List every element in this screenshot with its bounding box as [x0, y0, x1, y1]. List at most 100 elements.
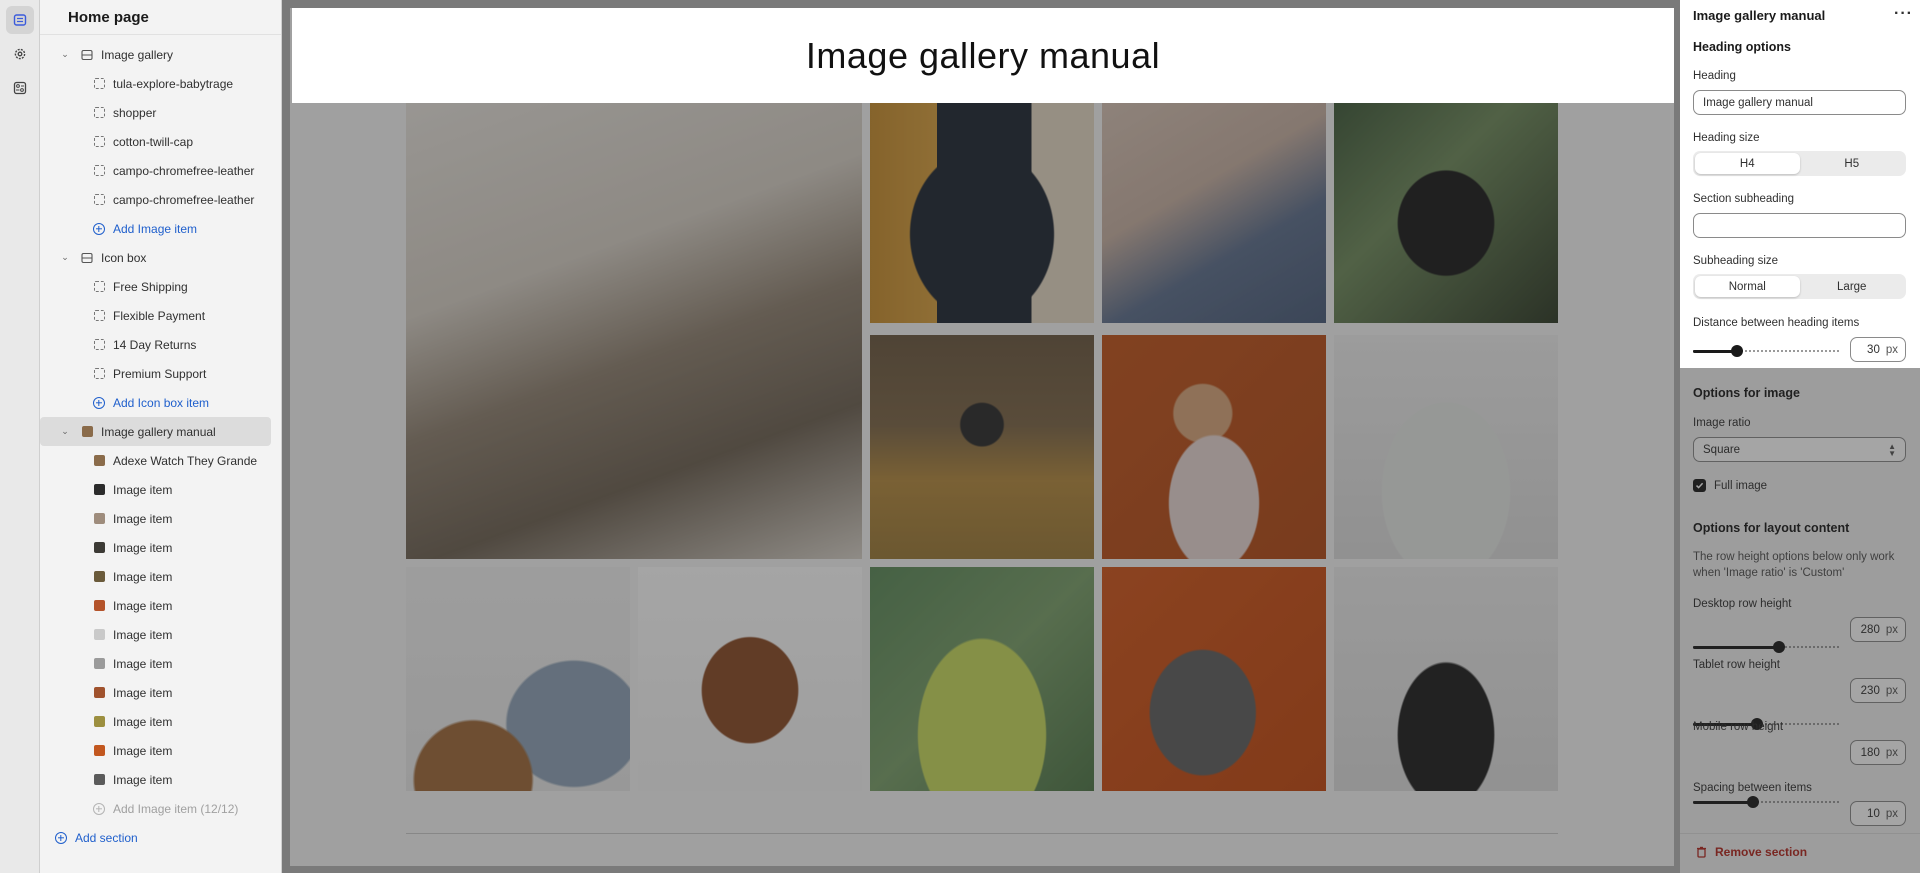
distance-slider[interactable] [1693, 343, 1839, 359]
desktop-row-number-input[interactable]: 280 px [1850, 617, 1906, 642]
woman-blazer-photo[interactable] [406, 101, 862, 559]
distance-value: 30 [1867, 343, 1880, 356]
tree-item-label: Free Shipping [113, 279, 188, 294]
bolt-tshirt-photo[interactable] [870, 101, 1094, 323]
floral-top-photo[interactable] [1102, 335, 1326, 559]
subheading-input[interactable] [1693, 213, 1906, 238]
tree-section-13[interactable]: ⌄ Image gallery manual [40, 417, 271, 446]
tree-image-item[interactable]: Adexe Watch They Grande [40, 446, 281, 475]
image-ratio-select[interactable]: Square ▲ ▼ [1693, 437, 1906, 462]
chevron-down-icon[interactable]: ⌄ [58, 252, 72, 263]
icon-box-icon [80, 251, 94, 265]
tree-image-item[interactable]: Image item [40, 504, 281, 533]
tree-block-item[interactable]: tula-explore-babytrage [40, 69, 281, 98]
preview-canvas: Image gallery manual [290, 8, 1674, 866]
tree-item-label: 14 Day Returns [113, 337, 197, 352]
block-icon [92, 106, 106, 120]
mobile-row-value: 180 [1860, 746, 1880, 759]
add-block-button[interactable]: Add Icon box item [40, 388, 281, 417]
spacing-number-input[interactable]: 10 px [1850, 801, 1906, 826]
image-thumb-icon [92, 686, 106, 700]
distance-number-input[interactable]: 30 px [1850, 337, 1906, 362]
apps-icon[interactable] [6, 74, 34, 102]
woman-plants-photo[interactable] [1334, 101, 1558, 323]
gallery-icon [80, 48, 94, 62]
unit-label: px [1885, 684, 1898, 697]
image-thumb-icon [92, 657, 106, 671]
add-circle-icon [54, 831, 68, 845]
block-icon [92, 280, 106, 294]
tree-block-item[interactable]: shopper [40, 98, 281, 127]
checkbox-checked-icon[interactable] [1693, 479, 1706, 492]
tree-image-item[interactable]: Image item [40, 562, 281, 591]
heading-size-h5[interactable]: H5 [1800, 153, 1905, 174]
tree-item-label: Image item [113, 598, 173, 613]
subheading-size-large[interactable]: Large [1800, 276, 1905, 297]
mobile-row-slider[interactable] [1693, 794, 1839, 810]
tree-block-item[interactable]: 14 Day Returns [40, 330, 281, 359]
green-sweater-photo[interactable] [870, 567, 1094, 791]
tree-image-item[interactable]: Image item [40, 649, 281, 678]
tablet-row-number-input[interactable]: 230 px [1850, 678, 1906, 703]
grey-sweater-photo[interactable] [1334, 335, 1558, 559]
settings-panel: Image gallery manual ··· Heading options… [1680, 0, 1920, 873]
more-options-icon[interactable]: ··· [1894, 5, 1913, 23]
add-block-button[interactable]: Add Image item [40, 214, 281, 243]
tablet-row-label: Tablet row height [1693, 659, 1780, 671]
tree-item-label: Premium Support [113, 366, 207, 381]
camera-cornfield-photo[interactable] [870, 335, 1094, 559]
full-image-label: Full image [1714, 479, 1768, 492]
tree-image-item[interactable]: Image item [40, 475, 281, 504]
image-thumb-icon [80, 425, 94, 439]
chevron-down-icon[interactable]: ⌄ [58, 49, 72, 60]
tree-image-item[interactable]: Image item [40, 678, 281, 707]
tree-item-label: Icon box [101, 250, 147, 265]
tree-image-item[interactable]: Image item [40, 765, 281, 794]
tree-image-item[interactable]: Image item [40, 707, 281, 736]
gear-icon[interactable] [6, 40, 34, 68]
tree-image-item[interactable]: Image item [40, 591, 281, 620]
tree-image-item[interactable]: Image item [40, 533, 281, 562]
tree-block-item[interactable]: cotton-twill-cap [40, 127, 281, 156]
tree-image-item[interactable]: Image item [40, 620, 281, 649]
subheading-size-normal[interactable]: Normal [1695, 276, 1800, 297]
remove-section-button[interactable]: Remove section [1696, 845, 1807, 859]
tree-block-item[interactable]: campo-chromefree-leather [40, 185, 281, 214]
unit-label: px [1885, 343, 1898, 356]
tx-shirt-hat-photo[interactable] [406, 567, 630, 791]
tree-section-0[interactable]: ⌄ Image gallery [40, 40, 281, 69]
image-thumb-icon [92, 744, 106, 758]
mobile-row-number-input[interactable]: 180 px [1850, 740, 1906, 765]
add-section-button[interactable]: Add section [40, 823, 281, 852]
heading-size-h4[interactable]: H4 [1695, 153, 1800, 174]
grey-tee-man-photo[interactable] [1102, 567, 1326, 791]
slider-knob[interactable] [1773, 641, 1786, 653]
slider-knob[interactable] [1730, 345, 1743, 357]
tree-block-item[interactable]: Premium Support [40, 359, 281, 388]
tree-item-label: Image item [113, 656, 173, 671]
unit-label: px [1885, 807, 1898, 820]
slider-knob[interactable] [1746, 796, 1759, 808]
mobile-row-label: Mobile row height [1693, 721, 1784, 733]
tree-block-item[interactable]: campo-chromefree-leather [40, 156, 281, 185]
image-ratio-value: Square [1703, 443, 1741, 456]
full-image-checkbox-row[interactable]: Full image [1693, 479, 1767, 492]
gallery-heading-bar[interactable]: Image gallery manual [292, 8, 1674, 103]
page-title: Home page [40, 0, 281, 35]
tree-image-item[interactable]: Image item [40, 736, 281, 765]
desktop-row-slider[interactable] [1693, 639, 1839, 655]
leather-backpack-photo[interactable] [638, 567, 862, 791]
tree-block-item[interactable]: Free Shipping [40, 272, 281, 301]
image-thumb-icon [92, 628, 106, 642]
unit-label: px [1885, 746, 1898, 759]
sections-icon[interactable] [6, 6, 34, 34]
black-jacket-photo[interactable] [1334, 567, 1558, 791]
heading-input[interactable]: Image gallery manual [1693, 90, 1906, 115]
chevron-down-icon[interactable]: ⌄ [58, 426, 72, 437]
tree-item-label: Add section [75, 830, 138, 845]
tree-item-label: cotton-twill-cap [113, 134, 194, 149]
block-icon [92, 193, 106, 207]
tree-section-7[interactable]: ⌄ Icon box [40, 243, 281, 272]
tree-block-item[interactable]: Flexible Payment [40, 301, 281, 330]
guitar-coffee-photo[interactable] [1102, 101, 1326, 323]
